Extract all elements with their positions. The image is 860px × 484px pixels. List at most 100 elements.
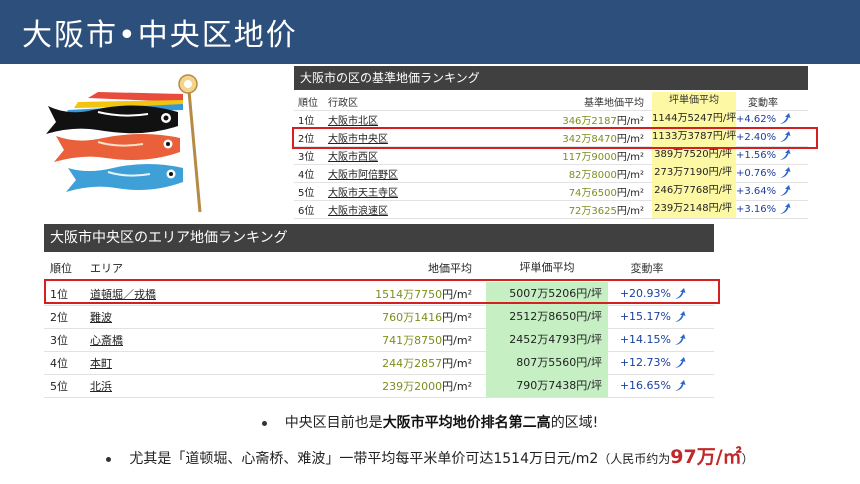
up-arrow-icon xyxy=(780,167,791,178)
table-row: 5位 大阪市天王寺区 74万6500円/m² 246万7768円/坪 +3.64% xyxy=(294,182,808,201)
area-land-price-table: 大阪市中央区のエリア地価ランキング 順位 エリア 地価平均 坪単価平均 変動率 … xyxy=(44,224,724,398)
header-rank: 順位 xyxy=(298,97,318,109)
price-unit: 円/m² xyxy=(442,310,472,324)
ward-link[interactable]: 大阪市天王寺区 xyxy=(328,188,398,199)
area-table-header-row: 順位 エリア 地価平均 坪単価平均 変動率 xyxy=(44,256,714,279)
table-row: 4位 本町 244万2857円/m² 807万5560円/坪 +12.73% xyxy=(44,351,714,375)
price-value: 74万6500 xyxy=(568,187,617,199)
price-value: 239万2000 xyxy=(382,379,443,393)
change-cell: +15.17% xyxy=(608,310,690,323)
tsubo-cell: 239万2148円/坪 xyxy=(652,200,736,218)
rank-cell: 4位 xyxy=(298,169,315,181)
price-cell: 244万2857円/m² xyxy=(270,355,486,371)
tsubo-cell: 1144万5247円/坪 xyxy=(652,110,736,128)
header-area: エリア xyxy=(90,261,123,275)
change-cell: +1.56% xyxy=(736,149,794,161)
price-unit: 円/m² xyxy=(616,151,644,163)
tsubo-cell: 2452万4793円/坪 xyxy=(486,328,608,351)
price-unit: 円/m² xyxy=(616,115,644,127)
up-arrow-icon xyxy=(780,203,791,214)
change-cell: +14.15% xyxy=(608,333,690,346)
ward-highlight-box xyxy=(292,127,818,149)
change-value: +16.65% xyxy=(619,379,671,392)
koinobori-illustration xyxy=(46,74,202,213)
price-unit: 円/m² xyxy=(616,169,644,181)
area-link[interactable]: 北浜 xyxy=(90,380,112,393)
bullet-dot-icon xyxy=(261,420,267,426)
tsubo-cell: 246万7768円/坪 xyxy=(652,182,736,200)
change-value: +4.62% xyxy=(736,114,777,125)
area-link[interactable]: 心斎橋 xyxy=(90,334,123,347)
rank-cell: 4位 xyxy=(50,356,68,370)
bullet-2-paren-open: （人民币约为 xyxy=(598,452,671,466)
price-cell: 82万8000円/m² xyxy=(510,166,652,181)
up-arrow-icon xyxy=(780,185,791,196)
header-ward: 行政区 xyxy=(328,97,358,109)
up-arrow-icon xyxy=(675,334,686,345)
change-cell: +3.64% xyxy=(736,185,794,197)
change-cell: +3.16% xyxy=(736,203,794,215)
header-rank: 順位 xyxy=(50,261,72,275)
rank-cell: 6位 xyxy=(298,205,315,217)
header-tsubo: 坪単価平均 xyxy=(519,261,575,274)
price-value: 72万3625 xyxy=(568,205,617,217)
ward-link[interactable]: 大阪市西区 xyxy=(328,152,378,163)
slide-title: 大阪市•中央区地价 xyxy=(22,18,298,53)
up-arrow-icon xyxy=(780,113,791,124)
price-unit: 円/m² xyxy=(442,379,472,393)
change-value: +12.73% xyxy=(619,356,671,369)
rank-cell: 2位 xyxy=(50,310,68,324)
price-cell: 741万8750円/m² xyxy=(270,332,486,348)
price-unit: 円/m² xyxy=(616,187,644,199)
table-row: 4位 大阪市阿倍野区 82万8000円/m² 273万7190円/坪 +0.76% xyxy=(294,164,808,183)
bullet-1-bold: 大阪市平均地价排名第二高 xyxy=(382,415,551,431)
price-cell: 346万2187円/m² xyxy=(510,112,652,127)
tsubo-cell: 273万7190円/坪 xyxy=(652,164,736,182)
change-value: +3.16% xyxy=(736,204,777,215)
ward-link[interactable]: 大阪市浪速区 xyxy=(328,206,388,217)
price-value: 346万2187 xyxy=(562,115,617,127)
change-value: +15.17% xyxy=(619,310,671,323)
rank-cell: 3位 xyxy=(50,333,68,347)
rank-cell: 3位 xyxy=(298,151,315,163)
bullet-2-paren-close: ） xyxy=(741,452,754,466)
price-cell: 760万1416円/m² xyxy=(270,309,486,325)
ward-link[interactable]: 大阪市北区 xyxy=(328,116,378,127)
change-value: +0.76% xyxy=(736,168,777,179)
ward-link[interactable]: 大阪市阿倍野区 xyxy=(328,170,398,181)
header-price: 地価平均 xyxy=(428,261,472,275)
tsubo-cell: 807万5560円/坪 xyxy=(486,351,608,374)
price-value: 82万8000 xyxy=(568,169,617,181)
change-value: +3.64% xyxy=(736,186,777,197)
change-cell: +12.73% xyxy=(608,356,690,369)
change-cell: +0.76% xyxy=(736,167,794,179)
ward-table-title: 大阪市の区の基準地価ランキング xyxy=(294,66,808,90)
price-cell: 72万3625円/m² xyxy=(510,202,652,217)
price-value: 117万9000 xyxy=(562,151,617,163)
tsubo-cell: 790万7438円/坪 xyxy=(486,374,608,397)
rank-cell: 5位 xyxy=(298,187,315,199)
bullet-2: 尤其是「道顿堀、心斋桥、难波」一带平均每平米单价可达1514万日元/m2（人民币… xyxy=(0,442,860,469)
header-change: 変動率 xyxy=(748,97,778,109)
up-arrow-icon xyxy=(675,357,686,368)
header-price: 基準地価平均 xyxy=(584,97,644,109)
title-bar: 大阪市•中央区地价 xyxy=(0,0,860,64)
rank-cell: 1位 xyxy=(298,115,315,127)
area-link[interactable]: 本町 xyxy=(90,357,112,370)
area-link[interactable]: 難波 xyxy=(90,311,112,324)
change-cell: +4.62% xyxy=(736,113,794,125)
up-arrow-icon xyxy=(675,311,686,322)
up-arrow-icon xyxy=(780,149,791,160)
header-tsubo: 坪単価平均 xyxy=(652,92,736,110)
up-arrow-icon xyxy=(675,380,686,391)
table-row: 5位 北浜 239万2000円/m² 790万7438円/坪 +16.65% xyxy=(44,374,714,398)
price-cell: 239万2000円/m² xyxy=(270,378,486,394)
area-table-title: 大阪市中央区のエリア地価ランキング xyxy=(44,224,714,252)
price-cell: 117万9000円/m² xyxy=(510,148,652,163)
bullet-1: 中央区目前也是大阪市平均地价排名第二高的区域! xyxy=(0,412,860,432)
tsubo-cell: 2512万8650円/坪 xyxy=(486,305,608,328)
bullet-1-post: 的区域! xyxy=(550,415,599,431)
bullet-dot-icon xyxy=(106,456,112,462)
area-highlight-box xyxy=(44,279,720,304)
price-value: 244万2857 xyxy=(382,356,443,370)
